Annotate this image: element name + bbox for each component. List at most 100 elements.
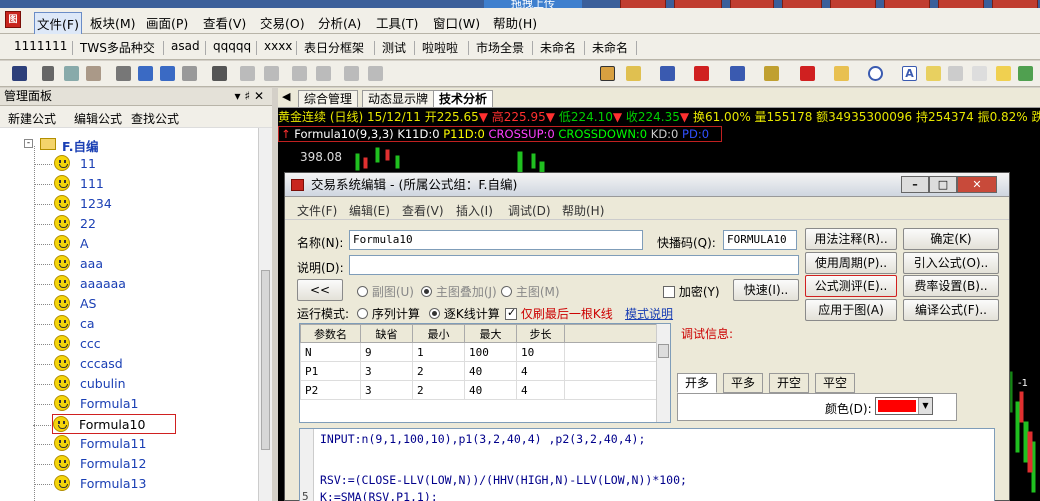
name-input[interactable]: Formula10 <box>349 230 643 250</box>
import-formula-button[interactable]: 引入公式(O).. <box>903 252 999 274</box>
radio-sequence-calc[interactable]: 序列计算 <box>357 305 420 322</box>
param-cell[interactable]: N <box>300 342 361 362</box>
paste-icon[interactable] <box>86 66 101 81</box>
dialog-menu-insert[interactable]: 插入(I) <box>456 202 493 219</box>
draw-tool-icon[interactable] <box>116 66 131 81</box>
chart-tool-icon[interactable] <box>764 66 779 81</box>
chart-tool-icon[interactable] <box>730 66 745 81</box>
table-scrollbar[interactable] <box>656 324 670 422</box>
new-formula-button[interactable]: 新建公式 <box>8 110 56 127</box>
tab-overview[interactable]: 综合管理 <box>298 90 359 107</box>
table-row[interactable]: N 9 1 100 10 <box>300 342 661 362</box>
chart-tool-icon[interactable] <box>800 66 815 81</box>
param-cell[interactable]: 2 <box>412 361 465 381</box>
param-cell[interactable]: 2 <box>412 380 465 400</box>
compile-formula-button[interactable]: 编译公式(F).. <box>903 299 999 321</box>
save-icon[interactable] <box>12 66 27 81</box>
formula-tree-item[interactable]: Formula10 <box>33 414 176 434</box>
dialog-menu-help[interactable]: 帮助(H) <box>562 202 604 219</box>
menu-help[interactable]: 帮助(H) <box>493 13 537 32</box>
draw-tool-icon[interactable] <box>160 66 175 81</box>
radio-main-chart[interactable]: 主图(M) <box>501 283 560 300</box>
app-system-icon[interactable]: 图 <box>5 11 21 28</box>
tab-scroll-left-icon[interactable]: ◀ <box>282 90 290 103</box>
param-cell[interactable]: 4 <box>516 361 565 381</box>
ok-button[interactable]: 确定(K) <box>903 228 999 250</box>
minimize-button[interactable]: – <box>901 176 929 193</box>
usage-notes-button[interactable]: 用法注释(R).. <box>805 228 897 250</box>
tab-open-short[interactable]: 开空 <box>769 373 810 393</box>
columns-icon[interactable] <box>694 66 709 81</box>
close-button[interactable]: ✕ <box>957 176 997 193</box>
code-line[interactable]: INPUT:n(9,1,100,10),p1(3,2,40,4) ,p2(3,2… <box>320 432 645 446</box>
dialog-menu-edit[interactable]: 编辑(E) <box>349 202 390 219</box>
menu-block[interactable]: 板块(M) <box>90 13 136 32</box>
draw-tool-icon[interactable] <box>138 66 153 81</box>
only-last-kline-checkbox[interactable]: 仅刷最后一根K线 <box>505 305 613 322</box>
scroll-thumb[interactable] <box>658 344 669 358</box>
text-icon[interactable]: A <box>902 66 917 81</box>
radio-sub-chart[interactable]: 副图(U) <box>357 283 414 300</box>
drawing-icon[interactable] <box>600 66 615 81</box>
apply-to-chart-button[interactable]: 应用于图(A) <box>805 299 897 321</box>
layout-tab[interactable]: 未命名 <box>592 39 628 56</box>
eraser-icon[interactable] <box>948 66 963 81</box>
shape-icon[interactable] <box>972 66 987 81</box>
menu-view-page[interactable]: 画面(P) <box>146 13 188 32</box>
layout-tab[interactable]: xxxx <box>264 39 292 53</box>
ellipse-icon[interactable] <box>868 66 883 81</box>
menu-analysis[interactable]: 分析(A) <box>318 13 361 32</box>
layout-tab[interactable]: TWS多品种交 <box>80 39 155 56</box>
param-cell[interactable]: 9 <box>360 342 413 362</box>
menu-trade[interactable]: 交易(O) <box>260 13 305 32</box>
param-cell[interactable]: 40 <box>464 361 517 381</box>
tab-close-short[interactable]: 平空 <box>815 373 856 393</box>
menu-file[interactable]: 文件(F) <box>34 12 82 35</box>
fee-settings-button[interactable]: 费率设置(B).. <box>903 275 999 297</box>
cut-icon[interactable] <box>42 66 54 81</box>
edit-formula-button[interactable]: 编辑公式 <box>74 110 122 127</box>
param-cell[interactable]: P2 <box>300 380 361 400</box>
layout-tab[interactable]: asad <box>171 39 200 53</box>
redo-icon[interactable] <box>264 66 279 81</box>
layout-tab[interactable]: 啦啦啦 <box>422 39 458 56</box>
param-cell[interactable]: 4 <box>516 380 565 400</box>
param-cell[interactable]: 3 <box>360 380 413 400</box>
panel-scrollbar[interactable] <box>258 128 272 501</box>
tab-open-long[interactable]: 开多 <box>677 373 718 393</box>
menu-view[interactable]: 查看(V) <box>203 13 246 32</box>
tab-close-long[interactable]: 平多 <box>723 373 764 393</box>
highlight-icon[interactable] <box>926 66 941 81</box>
dialog-menu-view[interactable]: 查看(V) <box>402 202 444 219</box>
outdent-icon[interactable] <box>316 66 331 81</box>
param-cell[interactable]: 3 <box>360 361 413 381</box>
formula-evaluation-button[interactable]: 公式测评(E).. <box>805 275 897 297</box>
code-line[interactable]: K:=SMA(RSV,P1,1); <box>320 490 438 501</box>
copy-icon[interactable] <box>64 66 79 81</box>
fast-button[interactable]: 快速(I).. <box>733 279 799 301</box>
param-cell[interactable]: P1 <box>300 361 361 381</box>
period-button[interactable]: 使用周期(P).. <box>805 252 897 274</box>
tab-dynamic-board[interactable]: 动态显示牌 <box>362 90 435 107</box>
dialog-menu-file[interactable]: 文件(F) <box>297 202 337 219</box>
collapse-button[interactable]: << <box>297 279 343 301</box>
param-cell[interactable]: 10 <box>516 342 565 362</box>
formula-code-editor[interactable]: INPUT:n(9,1,100,10),p1(3,2,40,4) ,p2(3,2… <box>299 428 995 501</box>
list-icon[interactable] <box>660 66 675 81</box>
maximize-button[interactable]: □ <box>929 176 957 193</box>
chevron-down-icon[interactable]: ▼ <box>918 398 932 414</box>
param-cell[interactable]: 1 <box>412 342 465 362</box>
param-cell[interactable]: 40 <box>464 380 517 400</box>
color-picker[interactable]: ▼ <box>875 397 933 415</box>
layout-tab[interactable]: 市场全景 <box>476 39 524 56</box>
indent-icon[interactable] <box>292 66 307 81</box>
layout-tab[interactable]: 测试 <box>382 39 406 56</box>
find-formula-button[interactable]: 查找公式 <box>131 110 179 127</box>
binoculars-icon[interactable] <box>212 66 227 81</box>
table-row[interactable]: P2 3 2 40 4 <box>300 380 661 400</box>
description-input[interactable] <box>349 255 799 275</box>
menu-tools[interactable]: 工具(T) <box>376 13 418 32</box>
menu-window[interactable]: 窗口(W) <box>433 13 480 32</box>
dialog-menu-debug[interactable]: 调试(D) <box>508 202 551 219</box>
param-cell[interactable]: 100 <box>464 342 517 362</box>
